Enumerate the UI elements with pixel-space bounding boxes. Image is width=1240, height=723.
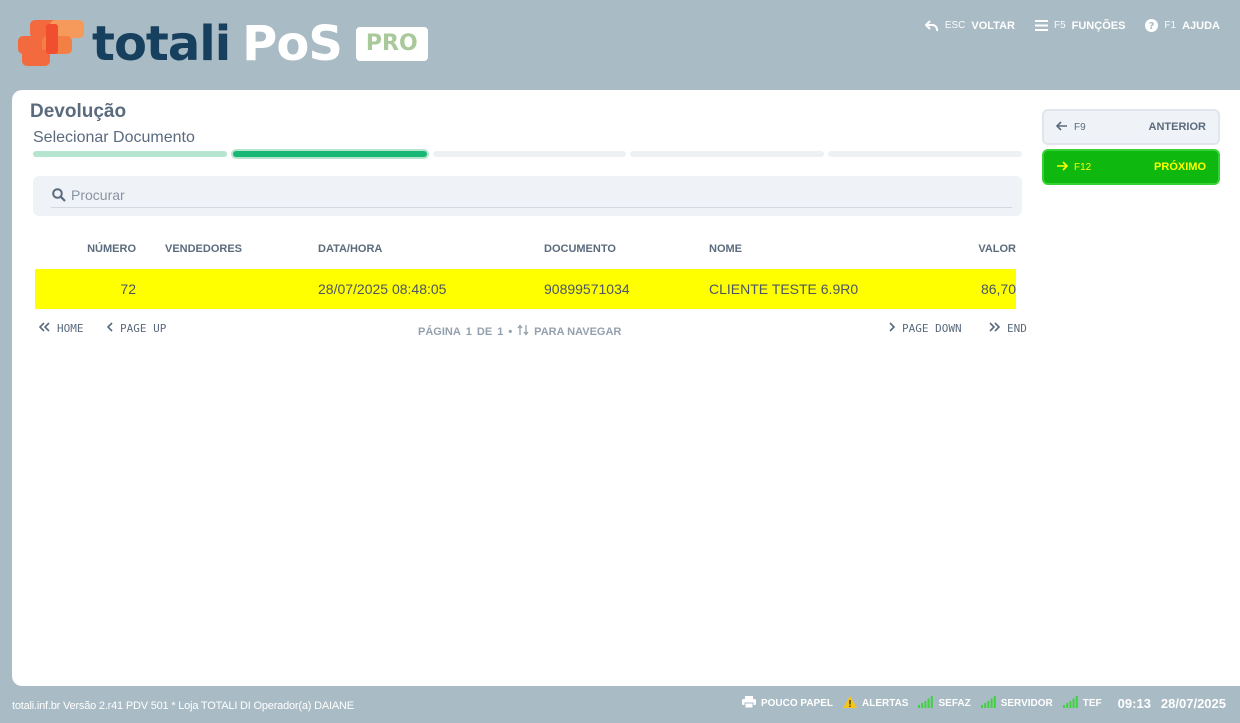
- previous-label: ANTERIOR: [1148, 121, 1206, 133]
- help-button[interactable]: ? F1 AJUDA: [1145, 19, 1220, 32]
- svg-text:?: ?: [1149, 21, 1155, 32]
- page-current: 1: [465, 325, 472, 338]
- status-tef[interactable]: TEF: [1062, 696, 1102, 711]
- arrow-left-icon: [1055, 120, 1068, 134]
- search-underline: [51, 207, 1012, 208]
- table-header: NÚMERO VENDEDORES DATA/HORA DOCUMENTO NO…: [35, 238, 1016, 260]
- home-button[interactable]: HOME: [38, 322, 84, 335]
- status-server-label: SERVIDOR: [1000, 698, 1053, 709]
- col-numero[interactable]: NÚMERO: [35, 243, 136, 255]
- logo-badge-pro: PRO: [355, 27, 428, 61]
- next-button[interactable]: F12 PRÓXIMO: [1042, 149, 1220, 185]
- page-total: 1: [497, 325, 504, 338]
- col-vendedores[interactable]: VENDEDORES: [136, 243, 318, 255]
- page-down-label: PAGE DOWN: [902, 322, 962, 335]
- cell-documento: 90899571034: [544, 281, 630, 297]
- page-up-button[interactable]: PAGE UP: [106, 322, 166, 335]
- status-server[interactable]: SERVIDOR: [980, 696, 1053, 711]
- help-label: AJUDA: [1182, 19, 1220, 32]
- signal-icon: [918, 696, 934, 711]
- double-chevron-left-icon: [38, 322, 51, 335]
- status-bar: POUCO PAPEL ALERTAS SEFAZ SERVIDOR TEF 0…: [741, 696, 1226, 711]
- nav-hint: PARA NAVEGAR: [534, 325, 622, 338]
- page-separator: •: [508, 325, 513, 338]
- chevron-left-icon: [106, 322, 114, 335]
- functions-key: F5: [1053, 20, 1066, 31]
- sort-arrows-icon: [517, 324, 529, 339]
- logo-mark-icon: [16, 18, 86, 70]
- step-title: Selecionar Documento: [33, 129, 195, 146]
- end-button[interactable]: END: [988, 322, 1027, 335]
- menu-icon: [1034, 20, 1048, 31]
- status-sefaz[interactable]: SEFAZ: [918, 696, 971, 711]
- status-alerts-label: ALERTAS: [862, 698, 909, 709]
- step-1: [33, 151, 227, 157]
- double-chevron-right-icon: [988, 322, 1001, 335]
- page-title: Devolução: [30, 101, 127, 122]
- col-data-hora[interactable]: DATA/HORA: [318, 243, 544, 255]
- status-alerts[interactable]: ALERTAS: [843, 696, 908, 711]
- status-tef-label: TEF: [1082, 698, 1102, 709]
- logo-text-totali: totali: [92, 16, 231, 72]
- home-label: HOME: [57, 322, 84, 335]
- signal-icon: [1062, 696, 1078, 711]
- end-label: END: [1007, 322, 1027, 335]
- cell-data-hora: 28/07/2025 08:48:05: [318, 281, 447, 297]
- clock-date: 28/07/2025: [1160, 696, 1226, 711]
- help-icon: ?: [1145, 19, 1159, 32]
- search-box: [33, 176, 1022, 216]
- signal-icon: [980, 696, 996, 711]
- col-valor[interactable]: VALOR: [929, 243, 1016, 255]
- back-key: ESC: [944, 20, 966, 31]
- page-info: PÁGINA 1 DE 1 • PARA NAVEGAR: [418, 324, 621, 339]
- previous-key: F9: [1074, 121, 1086, 133]
- footer-info: totali.inf.br Versão 2.r41 PDV 501 * Loj…: [12, 700, 354, 712]
- back-label: VOLTAR: [971, 19, 1015, 32]
- step-3: [432, 151, 627, 157]
- pager: HOME PAGE UP PÁGINA 1 DE 1 • PARA NAVEGA…: [38, 322, 1027, 342]
- search-icon: [52, 188, 66, 207]
- status-sefaz-label: SEFAZ: [938, 698, 971, 709]
- step-5: [828, 151, 1022, 157]
- undo-icon: [924, 19, 939, 32]
- page-down-button[interactable]: PAGE DOWN: [888, 322, 962, 335]
- next-key: F12: [1074, 161, 1092, 173]
- table-row[interactable]: 72 28/07/2025 08:48:05 90899571034 CLIEN…: [35, 269, 1016, 309]
- status-paper-label: POUCO PAPEL: [760, 698, 833, 709]
- search-input[interactable]: [71, 185, 971, 205]
- col-documento[interactable]: DOCUMENTO: [544, 243, 709, 255]
- documents-table: NÚMERO VENDEDORES DATA/HORA DOCUMENTO NO…: [35, 238, 1016, 309]
- cell-valor: 86,70: [980, 281, 1016, 297]
- clock-time: 09:13: [1117, 696, 1151, 711]
- printer-icon: [741, 696, 756, 711]
- arrow-right-icon: [1056, 160, 1069, 174]
- cell-numero: 72: [120, 281, 136, 297]
- step-4: [630, 151, 825, 157]
- page-of: DE: [476, 325, 493, 338]
- chevron-right-icon: [888, 322, 896, 335]
- functions-button[interactable]: F5 FUNÇÕES: [1034, 19, 1126, 32]
- top-actions: ESC VOLTAR F5 FUNÇÕES ? F1 AJUDA: [924, 19, 1220, 32]
- warning-icon: [843, 696, 857, 711]
- functions-label: FUNÇÕES: [1071, 19, 1126, 32]
- step-progress: [33, 149, 1022, 159]
- page-word: PÁGINA: [418, 325, 461, 338]
- cell-nome: CLIENTE TESTE 6.9R0: [709, 281, 859, 297]
- help-key: F1: [1164, 20, 1177, 31]
- back-button[interactable]: ESC VOLTAR: [924, 19, 1015, 32]
- status-paper[interactable]: POUCO PAPEL: [741, 696, 833, 711]
- previous-button[interactable]: F9 ANTERIOR: [1042, 109, 1220, 145]
- col-nome[interactable]: NOME: [709, 243, 929, 255]
- step-2: [230, 149, 429, 159]
- app-logo: totali PoS PRO: [16, 18, 428, 70]
- page-up-label: PAGE UP: [120, 322, 167, 335]
- logo-text-pos: PoS: [242, 16, 343, 72]
- next-label: PRÓXIMO: [1154, 161, 1206, 173]
